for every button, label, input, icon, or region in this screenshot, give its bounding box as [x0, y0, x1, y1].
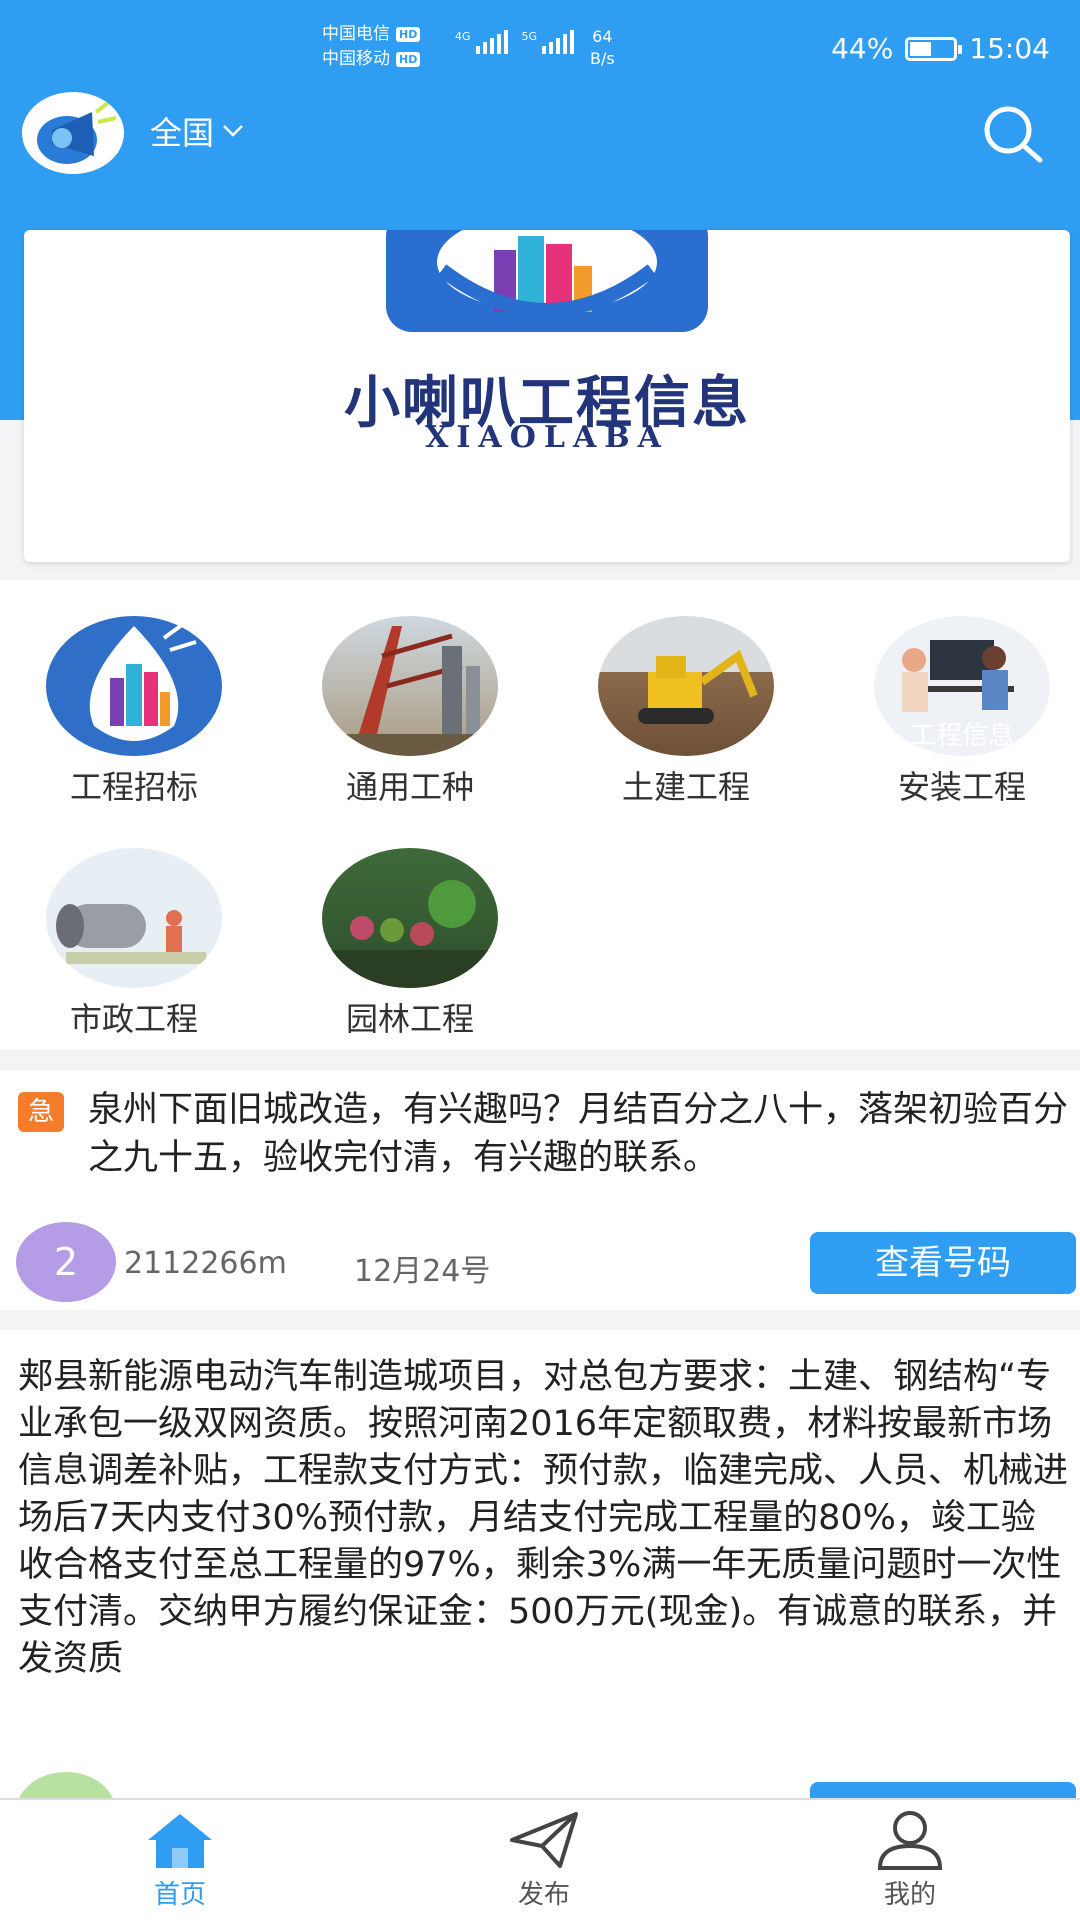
category-tender[interactable]: 工程招标: [24, 616, 244, 808]
send-icon: [510, 1812, 578, 1868]
category-label: 工程招标: [69, 768, 198, 806]
banner-subtitle: XIAOLABA: [425, 420, 669, 455]
category-landscape[interactable]: 园林工程: [300, 848, 520, 1040]
hd-badge: HD: [396, 52, 421, 67]
tab-mine-label: 我的: [883, 1880, 936, 1910]
search-icon: [984, 106, 1043, 163]
tab-mine[interactable]: 我的: [810, 1810, 1010, 1911]
tab-home[interactable]: 首页: [80, 1810, 280, 1911]
category-general-trades[interactable]: 通用工种: [300, 616, 520, 808]
category-label: 土建工程: [621, 768, 750, 806]
category-municipal[interactable]: 市政工程: [24, 848, 244, 1040]
post-user: 2112266m: [124, 1246, 287, 1281]
category-installation[interactable]: 工程信息 安装工程: [852, 616, 1072, 808]
network-type-2: 5G: [521, 30, 538, 43]
network-speed: 64 B/s: [590, 26, 615, 70]
speed-unit: B/s: [590, 49, 615, 68]
urgent-badge: 急: [18, 1092, 64, 1132]
tab-home-label: 首页: [153, 1880, 206, 1910]
garden-icon: [322, 848, 498, 988]
category-label: 市政工程: [69, 1000, 198, 1038]
app-bar: 全国: [0, 90, 1080, 190]
battery-percent: 44%: [831, 32, 894, 65]
region-selector[interactable]: 全国: [150, 108, 244, 154]
excavator-icon: [598, 616, 774, 756]
bottom-tab-bar: 首页 发布 我的: [0, 1798, 1080, 1920]
signal-5g-icon: 5G: [522, 30, 575, 54]
chevron-down-icon: [223, 125, 243, 137]
status-bar: 中国电信 HD 中国移动 HD 4G 5G 64 B/s 44% 15:04: [0, 0, 1080, 100]
tab-publish[interactable]: 发布: [444, 1810, 644, 1911]
battery-level: [910, 41, 931, 56]
category-grid: 工程招标 通用工种 土建工程 工程信息 安装工程 市政工程 园林工程: [0, 580, 1080, 1050]
speed-value: 64: [592, 27, 613, 46]
category-label: 园林工程: [345, 1000, 474, 1038]
megaphone-icon: [46, 616, 222, 756]
carrier-1: 中国电信: [322, 24, 390, 44]
clock: 15:04: [969, 32, 1050, 65]
hd-badge: HD: [396, 27, 421, 42]
post-text: 泉州下面旧城改造，有兴趣吗？月结百分之八十，落架初验百分之九十五，验收完付清，有…: [88, 1090, 1069, 1178]
category-label: 通用工种: [345, 768, 474, 806]
region-label: 全国: [150, 114, 215, 152]
tab-publish-label: 发布: [517, 1880, 570, 1910]
battery-area: 44% 15:04: [831, 32, 1050, 65]
category-civil[interactable]: 土建工程: [576, 616, 796, 808]
battery-icon: [905, 36, 963, 61]
post-card[interactable]: 急 泉州下面旧城改造，有兴趣吗？月结百分之八十，落架初验百分之九十五，验收完付清…: [0, 1070, 1080, 1310]
category-label: 安装工程: [897, 768, 1026, 806]
search-button[interactable]: [980, 102, 1044, 166]
signal-4g-icon: 4G: [455, 30, 508, 54]
avatar: 2: [16, 1222, 116, 1302]
crane-icon: [322, 616, 498, 756]
workers-icon: 工程信息: [874, 616, 1050, 756]
post-date: 12月24号: [354, 1254, 491, 1289]
user-icon: [877, 1811, 943, 1870]
megaphone-logo-icon[interactable]: [22, 92, 124, 174]
view-number-button[interactable]: 查看号码: [810, 1232, 1076, 1294]
carrier-info: 中国电信 HD 中国移动 HD: [322, 22, 421, 72]
signal-indicators: 4G 5G: [455, 30, 575, 54]
home-icon: [148, 1814, 212, 1868]
post-text: 郏县新能源电动汽车制造城项目，对总包方要求：土建、钢结构“专业承包一级双网资质。…: [18, 1357, 1069, 1679]
network-type-1: 4G: [455, 30, 471, 43]
banner-logo-image: [386, 230, 708, 332]
category-overlay-text: 工程信息: [909, 721, 1014, 751]
carrier-2: 中国移动: [322, 49, 390, 69]
banner-carousel[interactable]: 小喇叭工程信息 XIAOLABA: [24, 230, 1070, 562]
post-card[interactable]: 郏县新能源电动汽车制造城项目，对总包方要求：土建、钢结构“专业承包一级双网资质。…: [0, 1330, 1080, 1852]
pipe-icon: [46, 848, 222, 988]
